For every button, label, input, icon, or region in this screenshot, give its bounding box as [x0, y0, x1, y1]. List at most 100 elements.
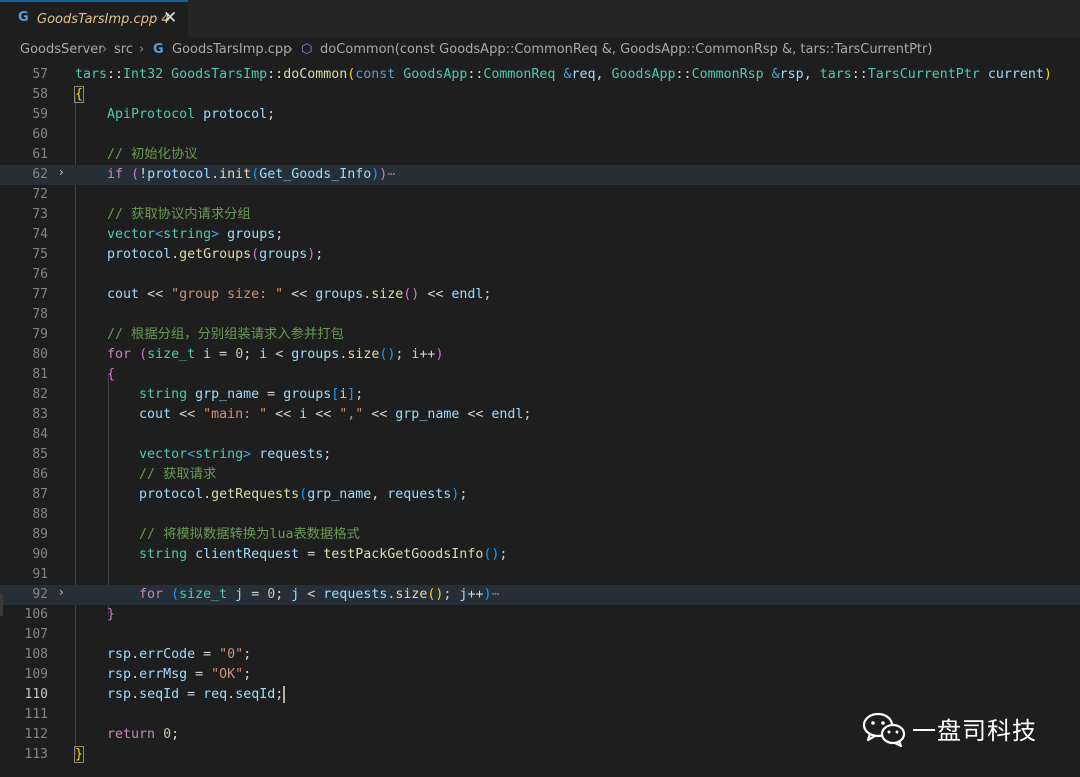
- code-line[interactable]: 86 // 获取请求: [0, 465, 1080, 485]
- line-number: 91: [32, 567, 48, 582]
- code-line[interactable]: 87 protocol.getRequests(grp_name, reques…: [0, 485, 1080, 505]
- code-text: {: [73, 86, 85, 103]
- code-comment: // 根据分组，分别组装请求入参并打包: [107, 327, 344, 342]
- line-number: 61: [32, 147, 48, 162]
- line-number: 84: [32, 427, 48, 442]
- code-text: for (size_t i = 0; i < groups.size(); i+…: [107, 347, 444, 362]
- code-line[interactable]: 88: [0, 505, 1080, 525]
- code-text: rsp.seqId = req.seqId;: [107, 685, 286, 703]
- line-number: 58: [32, 87, 48, 102]
- line-number: 79: [32, 327, 48, 342]
- code-line-folded[interactable]: 62 › if (!protocol.init(Get_Goods_Info))…: [0, 165, 1080, 185]
- code-line[interactable]: 81 {: [0, 365, 1080, 385]
- code-line[interactable]: 90 string clientRequest = testPackGetGoo…: [0, 545, 1080, 565]
- close-icon[interactable]: ✕: [163, 8, 177, 28]
- code-line[interactable]: 108 rsp.errCode = "0";: [0, 645, 1080, 665]
- breadcrumb-folder-goodsserver[interactable]: GoodsServer: [20, 42, 104, 57]
- line-number: 107: [24, 627, 48, 642]
- code-line[interactable]: 79 // 根据分组，分别组装请求入参并打包: [0, 325, 1080, 345]
- code-line[interactable]: 83 cout << "main: " << i << "," << grp_n…: [0, 405, 1080, 425]
- watermark: 一盘司科技: [862, 707, 1062, 751]
- line-number: 72: [32, 187, 48, 202]
- code-line[interactable]: 73 // 获取协议内请求分组: [0, 205, 1080, 225]
- code-comment: // 初始化协议: [107, 147, 198, 162]
- line-number: 88: [32, 507, 48, 522]
- fold-chevron-icon[interactable]: ›: [59, 585, 64, 599]
- code-text: rsp.errMsg = "OK";: [107, 667, 252, 682]
- code-line[interactable]: 74 vector<string> groups;: [0, 225, 1080, 245]
- code-line[interactable]: 109 rsp.errMsg = "OK";: [0, 665, 1080, 685]
- line-number: 78: [32, 307, 48, 322]
- code-line[interactable]: 82 string grp_name = groups[i];: [0, 385, 1080, 405]
- code-text: return 0;: [107, 727, 180, 742]
- line-number: 59: [32, 107, 48, 122]
- watermark-text: 一盘司科技: [912, 717, 1037, 745]
- code-line[interactable]: 77 cout << "group size: " << groups.size…: [0, 285, 1080, 305]
- line-number: 62: [32, 167, 48, 182]
- code-text: {: [107, 367, 116, 382]
- line-number: 60: [32, 127, 48, 142]
- code-line[interactable]: 106 }: [0, 605, 1080, 625]
- wechat-icon: [862, 712, 906, 747]
- breadcrumb-file[interactable]: GoodsTarsImp.cpp: [172, 42, 291, 57]
- code-line[interactable]: 85 vector<string> requests;: [0, 445, 1080, 465]
- code-comment: // 获取协议内请求分组: [107, 207, 251, 222]
- code-line[interactable]: 78: [0, 305, 1080, 325]
- line-number: 75: [32, 247, 48, 262]
- fold-chevron-icon[interactable]: ›: [59, 165, 64, 179]
- code-line[interactable]: 72: [0, 185, 1080, 205]
- code-line[interactable]: 80 for (size_t i = 0; i < groups.size();…: [0, 345, 1080, 365]
- line-number: 83: [32, 407, 48, 422]
- code-line[interactable]: 61 // 初始化协议: [0, 145, 1080, 165]
- line-number: 90: [32, 547, 48, 562]
- code-line[interactable]: 76: [0, 265, 1080, 285]
- code-line[interactable]: 75 protocol.getGroups(groups);: [0, 245, 1080, 265]
- line-number: 76: [32, 267, 48, 282]
- code-text: cout << "main: " << i << "," << grp_name…: [139, 407, 532, 422]
- code-line[interactable]: 89 // 将模拟数据转换为lua表数据格式: [0, 525, 1080, 545]
- tab-title[interactable]: GoodsTarsImp.cpp 4: [37, 12, 170, 27]
- code-text: vector<string> requests;: [139, 447, 332, 462]
- chevron-right-icon: ›: [288, 42, 294, 57]
- text-cursor: [283, 685, 286, 703]
- cpp-file-icon: G: [18, 10, 29, 25]
- line-number: 87: [32, 487, 48, 502]
- code-line-folded[interactable]: 92 › for (size_t j = 0; j < requests.siz…: [0, 585, 1080, 605]
- code-line[interactable]: 84: [0, 425, 1080, 445]
- line-number: 113: [24, 747, 48, 762]
- code-text: }: [73, 746, 85, 763]
- code-comment: // 获取请求: [139, 467, 217, 482]
- line-number: 112: [24, 727, 48, 742]
- line-number: 109: [24, 667, 48, 682]
- code-line[interactable]: 57 tars::Int32 GoodsTarsImp::doCommon(co…: [0, 65, 1080, 85]
- code-line[interactable]: 91: [0, 565, 1080, 585]
- code-editor[interactable]: 57 tars::Int32 GoodsTarsImp::doCommon(co…: [0, 63, 1080, 777]
- line-number: 82: [32, 387, 48, 402]
- code-line[interactable]: 59 ApiProtocol protocol;: [0, 105, 1080, 125]
- code-text: string grp_name = groups[i];: [139, 387, 364, 402]
- line-number: 80: [32, 347, 48, 362]
- line-number: 110: [24, 687, 48, 702]
- breadcrumb-method[interactable]: doCommon(const GoodsApp::CommonReq &, Go…: [320, 42, 932, 57]
- code-text: ApiProtocol protocol;: [107, 107, 276, 122]
- code-text: tars::Int32 GoodsTarsImp::doCommon(const…: [75, 67, 1052, 82]
- line-number: 108: [24, 647, 48, 662]
- chevron-right-icon: ›: [139, 42, 145, 57]
- line-number: 89: [32, 527, 48, 542]
- code-line[interactable]: 58 {: [0, 85, 1080, 105]
- tab-goodstarsimp-cpp[interactable]: G GoodsTarsImp.cpp 4 ✕: [0, 0, 188, 37]
- line-number: 74: [32, 227, 48, 242]
- line-number: 81: [32, 367, 48, 382]
- code-text: protocol.getGroups(groups);: [107, 247, 324, 262]
- breadcrumb-folder-src[interactable]: src: [114, 42, 133, 57]
- tab-bar: G GoodsTarsImp.cpp 4 ✕: [0, 0, 1080, 37]
- line-number: 77: [32, 287, 48, 302]
- code-line[interactable]: 107: [0, 625, 1080, 645]
- code-comment: // 将模拟数据转换为lua表数据格式: [139, 527, 360, 542]
- line-number: 92: [32, 587, 48, 602]
- code-line-active[interactable]: 110 rsp.seqId = req.seqId;: [0, 685, 1080, 705]
- line-number: 73: [32, 207, 48, 222]
- code-line[interactable]: 60: [0, 125, 1080, 145]
- code-text: rsp.errCode = "0";: [107, 647, 252, 662]
- line-number: 85: [32, 447, 48, 462]
